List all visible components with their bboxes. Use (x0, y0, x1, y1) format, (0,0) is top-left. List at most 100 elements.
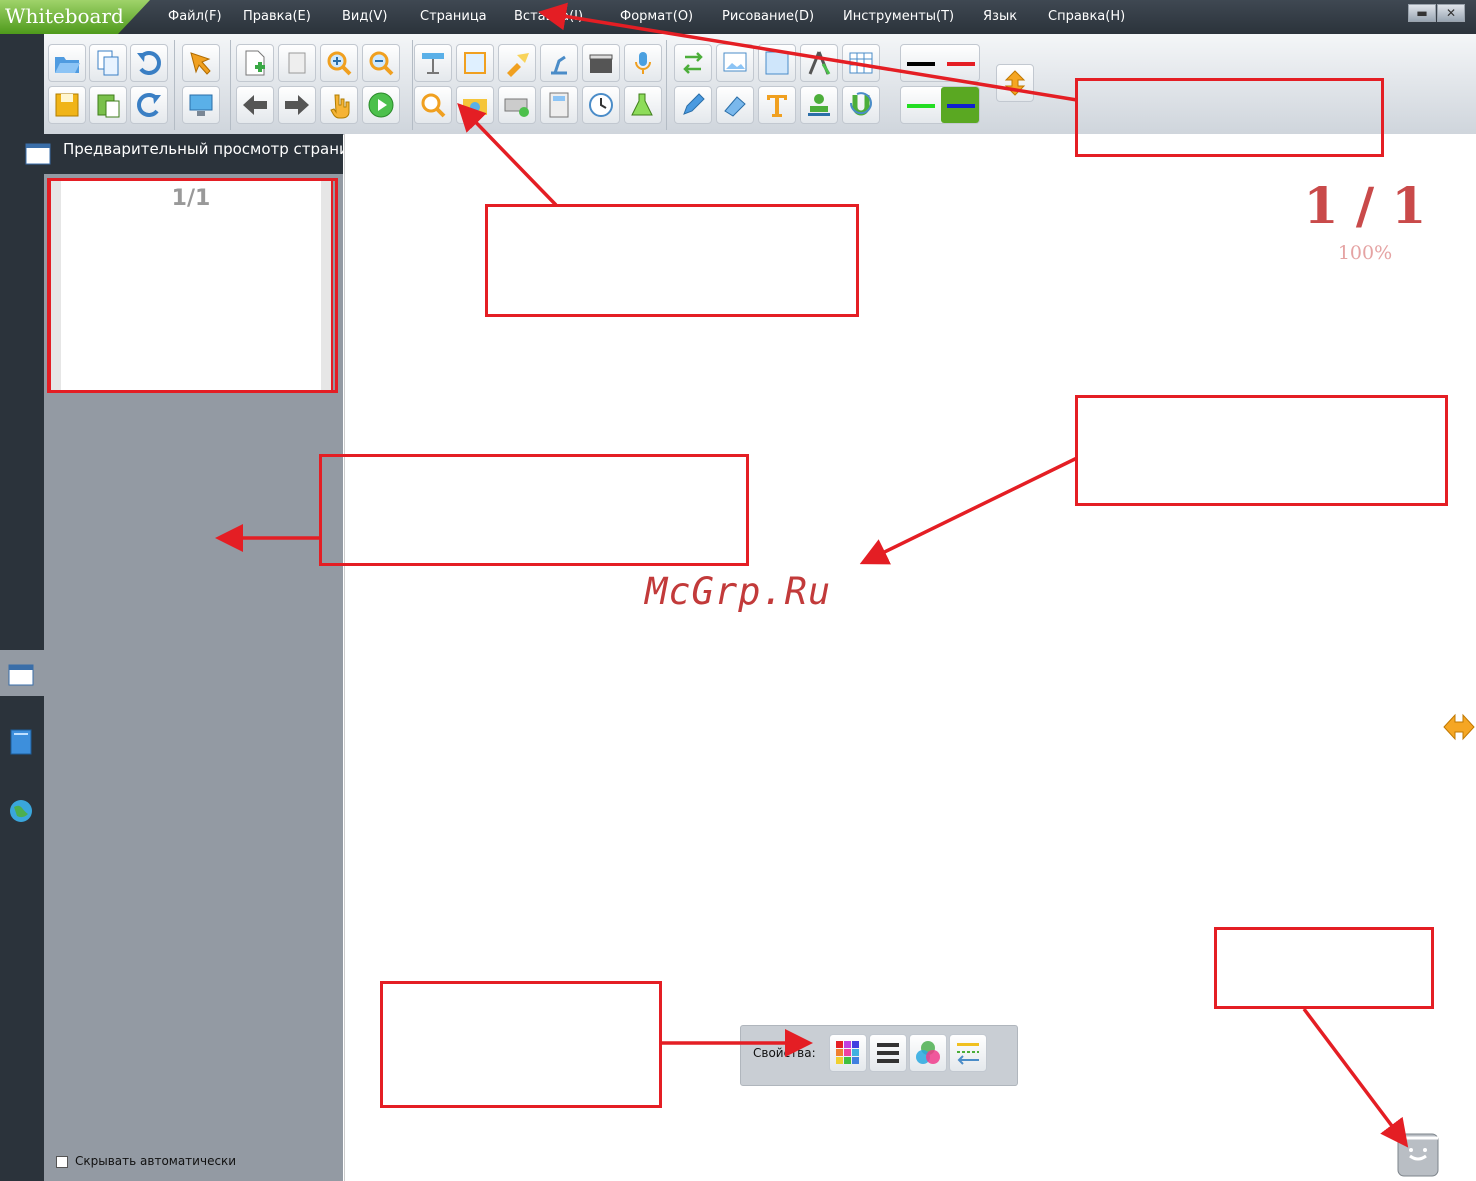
open-button[interactable] (48, 44, 86, 82)
pen-color-palette-bottom (900, 86, 980, 124)
play-button[interactable] (362, 86, 400, 124)
new-page-button[interactable] (236, 44, 274, 82)
flashlight-icon (507, 53, 529, 77)
keyboard-button[interactable] (498, 86, 536, 124)
properties-bar: Свойства: (740, 1025, 1018, 1086)
clock-icon (589, 93, 613, 117)
annotation-box-menu (1075, 78, 1384, 157)
color-blue-swatch[interactable] (947, 104, 975, 108)
menu-insert[interactable]: Вставка(I) (514, 9, 583, 24)
left-right-arrow-icon[interactable] (1442, 712, 1476, 742)
science-tools-button[interactable] (624, 86, 662, 124)
table-button[interactable] (842, 44, 880, 82)
spotlight-button[interactable] (498, 44, 536, 82)
recorder-button[interactable] (582, 44, 620, 82)
folder-open-icon (55, 57, 80, 73)
pencil-icon (683, 93, 705, 115)
pen-color-palette-top (900, 44, 980, 82)
globe-icon[interactable] (8, 798, 34, 824)
app-title: Whiteboard (5, 4, 124, 28)
autohide-checkbox[interactable] (56, 1156, 68, 1168)
screen-shade-button[interactable] (414, 44, 452, 82)
microphone-button[interactable] (624, 44, 662, 82)
calculator-button[interactable] (540, 86, 578, 124)
screenshot-button[interactable] (456, 86, 494, 124)
side-tab-preview[interactable] (0, 650, 44, 696)
menu-language[interactable]: Язык (983, 9, 1017, 24)
menu-format[interactable]: Формат(O) (620, 9, 693, 24)
next-page-button[interactable] (278, 86, 316, 124)
redo-button[interactable] (130, 86, 168, 124)
toolbar-group-file (44, 40, 175, 130)
compass-ruler-button[interactable] (800, 44, 838, 82)
menu-page[interactable]: Страница (420, 9, 487, 24)
background-button[interactable] (758, 44, 796, 82)
color-green-swatch[interactable] (907, 104, 935, 108)
color-black-swatch[interactable] (907, 62, 935, 66)
select-button[interactable] (182, 44, 220, 82)
text-icon (767, 95, 787, 117)
fill-color-button[interactable] (829, 1034, 867, 1072)
app-logo: Whiteboard (0, 0, 150, 34)
desk-lamp-icon (551, 55, 567, 75)
paste-button[interactable] (89, 86, 127, 124)
trash-bin-icon[interactable] (1394, 1126, 1442, 1178)
clock-button[interactable] (582, 86, 620, 124)
menu-help[interactable]: Справка(H) (1048, 9, 1125, 24)
stamp-icon (808, 94, 830, 116)
text-button[interactable] (758, 86, 796, 124)
menu-file[interactable]: Файл(F) (168, 9, 222, 24)
book-icon[interactable] (8, 729, 34, 755)
line-width-button[interactable] (869, 1034, 907, 1072)
magnifier-button[interactable] (414, 86, 452, 124)
flask-icon (631, 93, 653, 116)
menu-view[interactable]: Вид(V) (342, 9, 387, 24)
annotation-box-properties (380, 981, 662, 1108)
transparency-button[interactable] (909, 1034, 947, 1072)
annotation-box-trash (1214, 927, 1434, 1009)
line-style-button[interactable] (949, 1034, 987, 1072)
screen-button[interactable] (182, 86, 220, 124)
pan-button[interactable] (320, 86, 358, 124)
properties-label: Свойства: (753, 1046, 816, 1060)
visualizer-button[interactable] (540, 44, 578, 82)
autohide-label: Скрывать автоматически (75, 1154, 237, 1168)
insert-image-button[interactable] (716, 44, 754, 82)
pen-button[interactable] (674, 86, 712, 124)
eraser-button[interactable] (716, 86, 754, 124)
menu-tools[interactable]: Инструменты(T) (843, 9, 954, 24)
annotation-box-preview (319, 454, 749, 566)
undo-button[interactable] (130, 44, 168, 82)
background-icon (765, 51, 789, 75)
delete-page-button[interactable] (278, 44, 316, 82)
menu-bar: Whiteboard Файл(F) Правка(E) Вид(V) Стра… (0, 0, 1476, 34)
calculator-icon (549, 92, 569, 118)
color-red-swatch[interactable] (947, 62, 975, 66)
menu-edit[interactable]: Правка(E) (243, 9, 311, 24)
arrow-right-icon (285, 95, 309, 115)
table-icon (849, 52, 873, 74)
connector-button[interactable] (674, 44, 712, 82)
stamp-button[interactable] (800, 86, 838, 124)
prev-page-button[interactable] (236, 86, 274, 124)
eraser-icon (724, 96, 746, 117)
watermark: McGrp.Ru (645, 570, 832, 613)
zoom-in-button[interactable] (320, 44, 358, 82)
swap-arrows-icon (683, 52, 703, 74)
line-width-icon (877, 1043, 899, 1063)
magnet-button[interactable] (842, 86, 880, 124)
page-icon (288, 52, 306, 74)
toolbar-toggle-button[interactable] (996, 64, 1034, 102)
toolbar-group-tools (414, 40, 667, 130)
zoom-level: 100% (1337, 242, 1393, 264)
save-button[interactable] (48, 86, 86, 124)
minimize-button[interactable]: ▬ (1408, 4, 1436, 22)
fullscreen-button[interactable] (456, 44, 494, 82)
new-page-icon (245, 50, 265, 76)
copy-page-button[interactable] (89, 44, 127, 82)
microphone-icon (635, 52, 651, 74)
zoom-out-icon (369, 51, 394, 76)
menu-draw[interactable]: Рисование(D) (722, 9, 814, 24)
close-button[interactable]: ✕ (1437, 4, 1465, 22)
zoom-out-button[interactable] (362, 44, 400, 82)
